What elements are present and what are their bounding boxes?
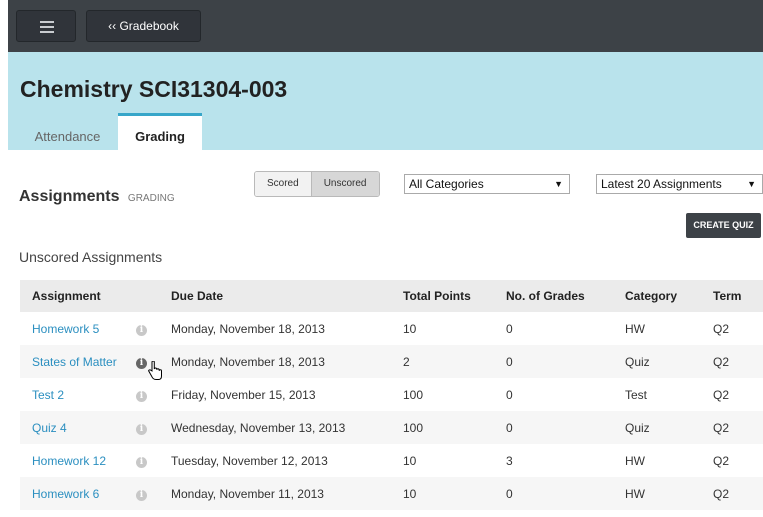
range-select[interactable]: Latest 20 Assignments ▼	[596, 174, 763, 194]
tab-attendance[interactable]: Attendance	[20, 116, 115, 150]
assignment-link[interactable]: States of Matter	[32, 355, 117, 369]
category-select-value: All Categories	[409, 177, 484, 191]
term-cell: Q2	[713, 477, 763, 510]
category-select[interactable]: All Categories ▼	[404, 174, 570, 194]
assignment-link[interactable]: Homework 5	[32, 322, 99, 336]
tab-grading[interactable]: Grading	[118, 113, 202, 153]
chevron-down-icon: ▼	[747, 179, 756, 189]
table-row: Test 2 i Friday, November 15, 2013 100 0…	[20, 378, 763, 411]
hamburger-icon	[40, 21, 54, 23]
assignment-link[interactable]: Homework 6	[32, 487, 99, 501]
scored-toggle: Scored Unscored	[254, 171, 380, 197]
unscored-assignments-heading: Unscored Assignments	[19, 249, 163, 265]
info-icon[interactable]: i	[136, 325, 147, 336]
grades-cell: 0	[506, 345, 625, 378]
category-cell: HW	[625, 477, 713, 510]
category-cell: HW	[625, 453, 645, 468]
create-quiz-button[interactable]: CREATE QUIZ	[686, 213, 761, 238]
grades-cell: 0	[506, 321, 513, 336]
info-icon[interactable]: i	[136, 391, 147, 402]
col-total-points[interactable]: Total Points	[403, 280, 506, 312]
assignment-link[interactable]: Quiz 4	[32, 421, 67, 435]
chevron-down-icon: ▼	[554, 179, 563, 189]
term-cell: Q2	[713, 321, 730, 336]
col-category[interactable]: Category	[625, 280, 713, 312]
points-cell: 10	[403, 477, 506, 510]
table-row: Quiz 4 i Wednesday, November 13, 2013 10…	[20, 411, 763, 444]
col-due-date[interactable]: Due Date	[171, 280, 403, 312]
unscored-button[interactable]: Unscored	[311, 172, 379, 196]
assignments-heading: Assignments GRADING	[19, 188, 175, 206]
page-title: Chemistry SCI31304-003	[20, 76, 288, 102]
term-cell: Q2	[713, 387, 730, 402]
grades-cell: 0	[506, 411, 625, 444]
grades-cell: 0	[506, 477, 625, 510]
col-no-of-grades[interactable]: No. of Grades	[506, 280, 625, 312]
due-date-cell: Monday, November 18, 2013	[171, 345, 403, 378]
col-assignment[interactable]: Assignment	[20, 280, 171, 312]
table-row: States of Matter i Monday, November 18, …	[20, 345, 763, 378]
hand-pointer-icon	[148, 361, 162, 380]
assignments-subtitle: GRADING	[127, 193, 175, 204]
term-cell: Q2	[713, 453, 730, 468]
info-icon[interactable]: i	[136, 358, 147, 369]
points-cell: 10	[403, 321, 417, 336]
category-cell: Quiz	[625, 411, 713, 444]
due-date-cell: Wednesday, November 13, 2013	[171, 411, 403, 444]
assignments-table: Assignment Due Date Total Points No. of …	[20, 280, 763, 510]
gradebook-back-button[interactable]: ‹‹ Gradebook	[86, 10, 201, 42]
points-cell: 100	[403, 387, 424, 402]
due-date-cell: Friday, November 15, 2013	[171, 387, 316, 402]
assignment-link[interactable]: Test 2	[32, 388, 64, 402]
points-cell: 100	[403, 411, 506, 444]
points-cell: 2	[403, 345, 506, 378]
table-row: Homework 12 i Tuesday, November 12, 2013…	[20, 444, 763, 477]
info-icon[interactable]: i	[136, 457, 147, 468]
assignment-link[interactable]: Homework 12	[32, 454, 106, 468]
table-row: Homework 5 i Monday, November 18, 2013 1…	[20, 312, 763, 345]
scored-button[interactable]: Scored	[255, 172, 312, 196]
assignments-title: Assignments	[19, 188, 120, 205]
due-date-cell: Monday, November 11, 2013	[171, 477, 403, 510]
top-bar: ‹‹ Gradebook	[8, 0, 763, 52]
grades-cell: 0	[506, 387, 513, 402]
grades-cell: 3	[506, 453, 513, 468]
term-cell: Q2	[713, 411, 763, 444]
due-date-cell: Monday, November 18, 2013	[171, 321, 325, 336]
points-cell: 10	[403, 453, 417, 468]
category-cell: Quiz	[625, 345, 713, 378]
category-cell: HW	[625, 321, 645, 336]
info-icon[interactable]: i	[136, 424, 147, 435]
table-row: Homework 6 i Monday, November 11, 2013 1…	[20, 477, 763, 510]
range-select-value: Latest 20 Assignments	[601, 177, 722, 191]
term-cell: Q2	[713, 345, 763, 378]
due-date-cell: Tuesday, November 12, 2013	[171, 453, 328, 468]
info-icon[interactable]: i	[136, 490, 147, 501]
app-frame: ‹‹ Gradebook Chemistry SCI31304-003 Atte…	[8, 0, 763, 517]
menu-button[interactable]	[16, 10, 76, 42]
table-header-row: Assignment Due Date Total Points No. of …	[20, 280, 763, 312]
category-cell: Test	[625, 387, 648, 402]
col-term[interactable]: Term	[713, 280, 763, 312]
